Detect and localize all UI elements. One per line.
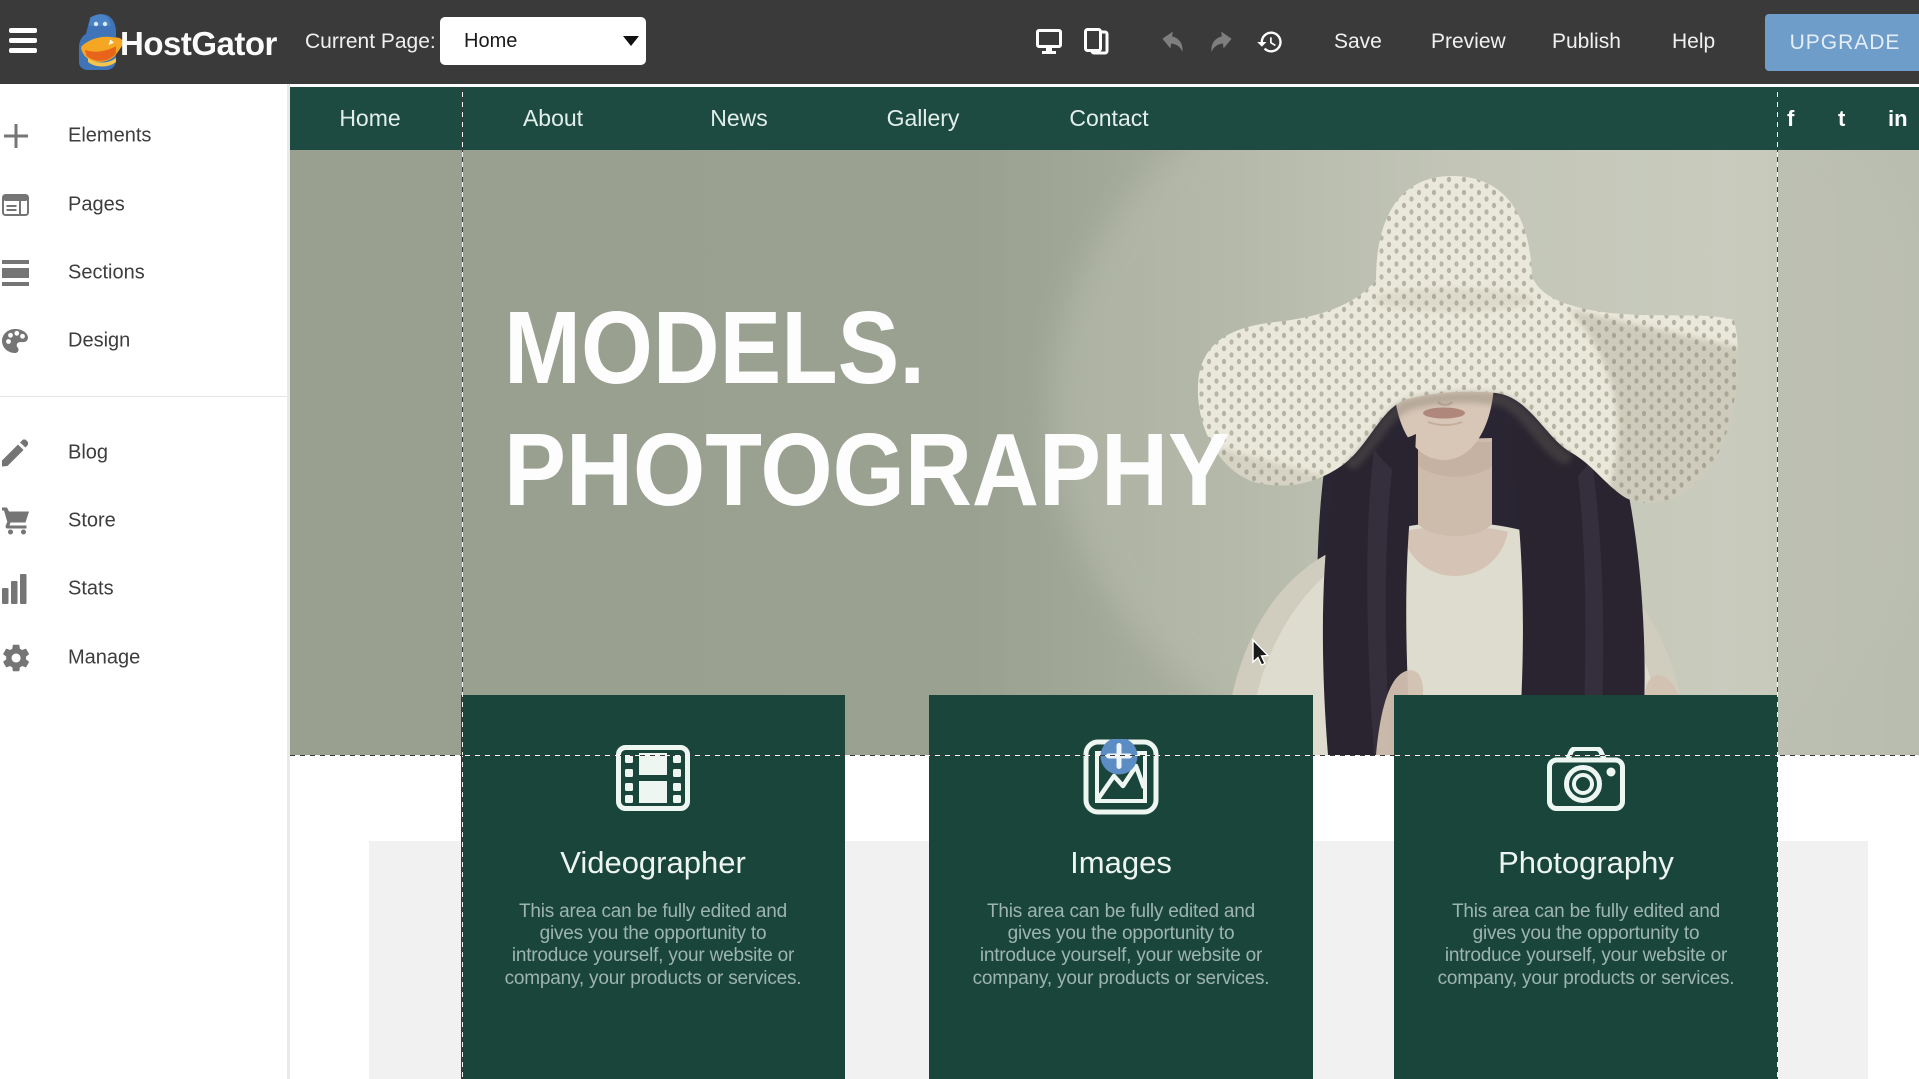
svg-text:MODELS.: MODELS. (504, 290, 925, 405)
svg-text:PHOTOGRAPHY: PHOTOGRAPHY (504, 412, 1230, 527)
